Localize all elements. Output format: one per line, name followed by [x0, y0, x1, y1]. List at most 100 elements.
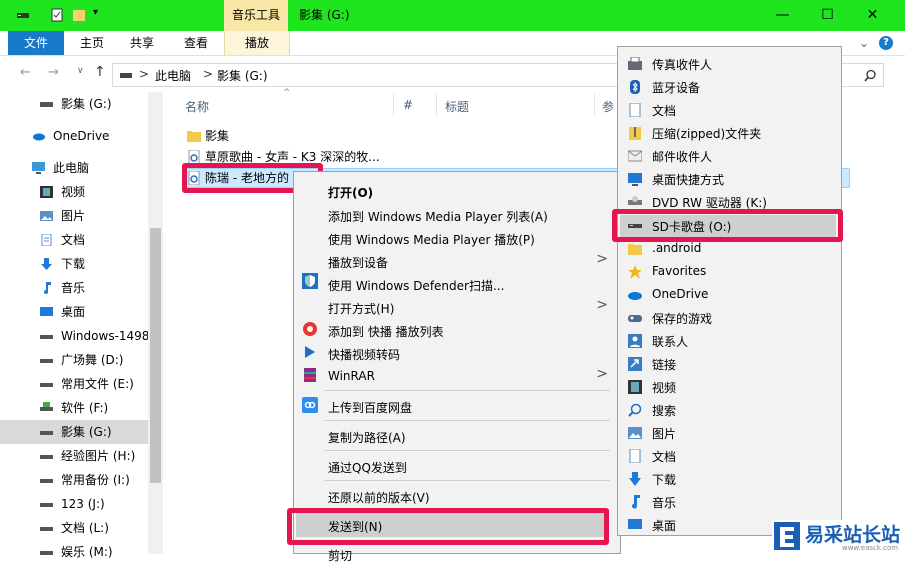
collapse-ribbon-icon[interactable]: ⌄: [855, 31, 873, 55]
nav-item[interactable]: 娱乐 (M:): [0, 540, 148, 564]
menu-item-open[interactable]: 打开(O): [328, 184, 373, 201]
drive-icon: [40, 431, 53, 435]
nav-item-onedrive[interactable]: OneDrive: [0, 124, 148, 148]
sendto-item-favorites[interactable]: Favorites: [652, 264, 706, 278]
sendto-item-zip[interactable]: 压缩(zipped)文件夹: [652, 125, 761, 142]
nav-item[interactable]: Windows-1498: [0, 324, 149, 348]
menu-item-qvod-convert[interactable]: 快播视频转码: [328, 346, 400, 363]
tab-file[interactable]: 文件: [8, 31, 64, 55]
column-divider[interactable]: [393, 94, 394, 116]
qvod-icon: [303, 322, 317, 336]
menu-item-play-wmp[interactable]: 使用 Windows Media Player 播放(P): [328, 231, 535, 248]
breadcrumb-drive-g[interactable]: 影集 (G:): [217, 67, 268, 84]
title-bar: ▾ 音乐工具 影集 (G:) — ☐ ✕: [0, 0, 905, 31]
tab-play[interactable]: 播放: [224, 31, 290, 55]
tab-home[interactable]: 主页: [72, 31, 112, 55]
sendto-item-desktop[interactable]: 桌面: [652, 517, 676, 534]
folder-icon: [187, 131, 201, 142]
sendto-item-bluetooth[interactable]: 蓝牙设备: [652, 79, 700, 96]
column-header-artist[interactable]: 参: [602, 98, 614, 115]
forward-icon[interactable]: →: [48, 65, 59, 80]
drive-icon: [40, 335, 53, 339]
sendto-item-desktop-shortcut[interactable]: 桌面快捷方式: [652, 171, 724, 188]
sendto-item-documents-2[interactable]: 文档: [652, 448, 676, 465]
sort-ascending-icon: ^: [283, 88, 291, 98]
video-icon: [40, 186, 53, 198]
sendto-item-downloads[interactable]: 下载: [652, 471, 676, 488]
sendto-item-android[interactable]: .android: [652, 241, 701, 255]
customize-quick-access-icon[interactable]: ▾: [93, 7, 98, 18]
fax-icon: [628, 57, 642, 70]
minimize-button[interactable]: —: [760, 0, 805, 31]
up-icon[interactable]: ↑: [94, 64, 106, 80]
menu-item-restore-versions[interactable]: 还原以前的版本(V): [328, 489, 430, 506]
breadcrumb-this-pc[interactable]: 此电脑: [155, 67, 191, 84]
menu-item-open-with[interactable]: 打开方式(H): [328, 300, 394, 317]
nav-item[interactable]: 图片: [0, 204, 148, 228]
menu-separator: [324, 420, 610, 421]
menu-item-play-to-device[interactable]: 播放到设备: [328, 254, 388, 271]
sendto-item-pictures[interactable]: 图片: [652, 425, 676, 442]
sendto-item-videos[interactable]: 视频: [652, 379, 676, 396]
menu-item-winrar[interactable]: WinRAR: [328, 369, 375, 383]
menu-item-add-to-qvod[interactable]: 添加到 快播 播放列表: [328, 323, 444, 340]
software-drive-icon: [40, 402, 53, 411]
new-folder-icon[interactable]: [72, 8, 86, 22]
nav-item[interactable]: 音乐: [0, 276, 148, 300]
search-icon[interactable]: [864, 69, 877, 82]
sendto-item-saved-games[interactable]: 保存的游戏: [652, 310, 712, 327]
sendto-item-onedrive[interactable]: OneDrive: [652, 287, 708, 301]
menu-item-upload-baidu[interactable]: 上传到百度网盘: [328, 399, 412, 416]
close-button[interactable]: ✕: [850, 0, 895, 31]
maximize-button[interactable]: ☐: [805, 0, 850, 31]
properties-icon[interactable]: [50, 8, 64, 22]
nav-item[interactable]: 桌面: [0, 300, 148, 324]
column-header-name[interactable]: 名称: [185, 98, 209, 115]
recent-locations-icon[interactable]: ∨: [77, 66, 84, 76]
sendto-item-mail[interactable]: 邮件收件人: [652, 148, 712, 165]
nav-item[interactable]: 下载: [0, 252, 148, 276]
menu-item-cut[interactable]: 剪切: [328, 547, 352, 564]
dvd-drive-icon: [628, 196, 642, 205]
column-header-number[interactable]: #: [403, 98, 413, 112]
nav-item[interactable]: 广场舞 (D:): [0, 348, 148, 372]
mail-icon: [628, 150, 642, 162]
document-icon: [629, 103, 641, 117]
nav-item[interactable]: 文档 (L:): [0, 516, 148, 540]
nav-item-selected[interactable]: 影集 (G:): [0, 420, 148, 444]
sendto-item-search[interactable]: 搜索: [652, 402, 676, 419]
nav-item[interactable]: 视频: [0, 180, 148, 204]
drive-icon: [40, 383, 53, 387]
sendto-item-links[interactable]: 链接: [652, 356, 676, 373]
nav-item[interactable]: 影集 (G:): [0, 92, 148, 116]
tab-view[interactable]: 查看: [176, 31, 216, 55]
submenu-arrow-icon: >: [596, 297, 608, 313]
tab-share[interactable]: 共享: [122, 31, 162, 55]
sendto-item-contacts[interactable]: 联系人: [652, 333, 688, 350]
nav-item[interactable]: 常用文件 (E:): [0, 372, 148, 396]
sendto-item-documents[interactable]: 文档: [652, 102, 676, 119]
nav-item[interactable]: 经验图片 (H:): [0, 444, 148, 468]
column-divider[interactable]: [436, 94, 437, 116]
menu-item-copy-as-path[interactable]: 复制为路径(A): [328, 429, 406, 446]
audio-file-icon: [188, 150, 200, 164]
drive-icon: [40, 455, 53, 459]
drive-icon[interactable]: [16, 8, 30, 22]
menu-item-add-to-wmp[interactable]: 添加到 Windows Media Player 列表(A): [328, 208, 548, 225]
nav-scrollbar-thumb[interactable]: [150, 228, 161, 483]
nav-item[interactable]: 软件 (F:): [0, 396, 148, 420]
nav-item-this-pc[interactable]: 此电脑: [0, 156, 148, 180]
help-icon[interactable]: ?: [879, 36, 893, 50]
menu-item-defender-scan[interactable]: 使用 Windows Defender扫描...: [328, 277, 504, 294]
sendto-item-music[interactable]: 音乐: [652, 494, 676, 511]
bluetooth-icon: [630, 80, 640, 94]
column-header-title[interactable]: 标题: [445, 98, 469, 115]
nav-item[interactable]: 文档: [0, 228, 148, 252]
menu-item-send-via-qq[interactable]: 通过QQ发送到: [328, 459, 407, 476]
back-icon[interactable]: ←: [20, 65, 31, 80]
sendto-item-fax[interactable]: 传真收件人: [652, 56, 712, 73]
nav-item[interactable]: 常用备份 (I:): [0, 468, 148, 492]
nav-item[interactable]: 123 (J:): [0, 492, 148, 516]
column-divider[interactable]: [594, 94, 595, 116]
contextual-tab-label: 音乐工具: [224, 0, 288, 31]
